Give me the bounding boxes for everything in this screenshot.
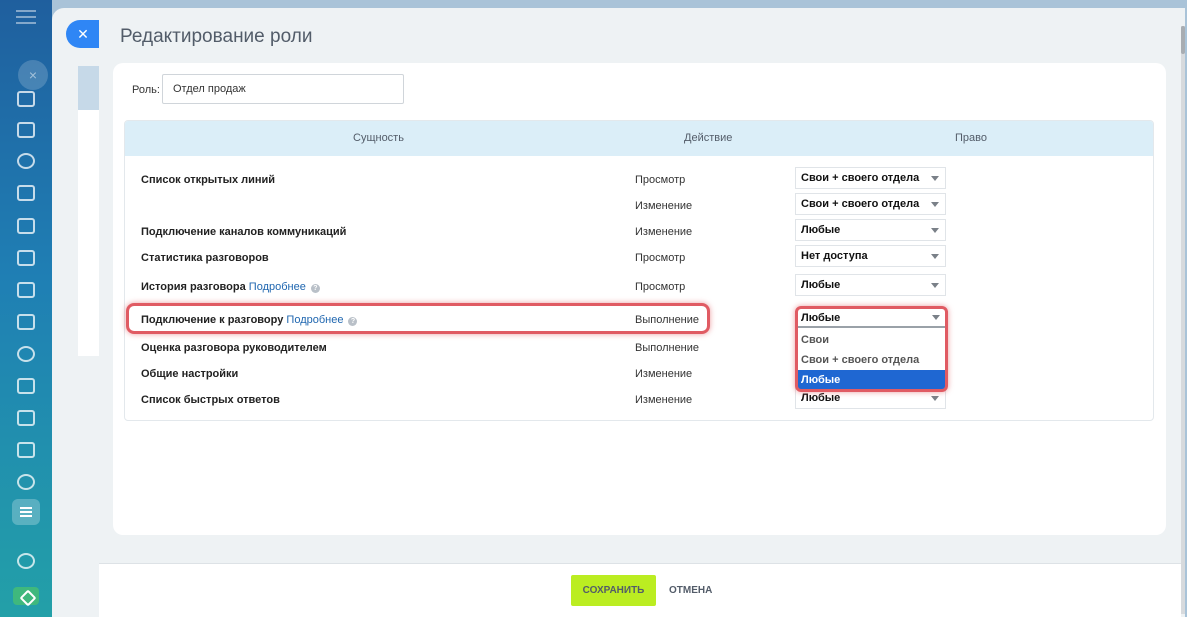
chevron-down-icon [931,254,939,259]
row-highlight [126,303,710,334]
row-entity: Список быстрых ответов [141,394,280,406]
rocket-icon[interactable] [13,587,39,605]
right-select[interactable]: Свои + своего отдела [795,193,946,215]
chevron-down-icon [931,176,939,181]
calendar-icon[interactable] [17,185,35,201]
checklist-icon[interactable] [17,378,35,394]
chat-icon[interactable] [17,91,35,107]
row-action: Просмотр [635,281,686,293]
row-entity: Оценка разговора руководителем [141,342,327,354]
chevron-down-icon [931,228,939,233]
details-link[interactable]: Подробнее [249,281,306,293]
contacts-icon[interactable] [17,346,35,362]
right-select[interactable]: Нет доступа [795,245,946,267]
page-title: Редактирование роли [120,26,313,47]
menu-icon[interactable] [16,10,36,24]
close-slider-button[interactable]: ✕ [66,20,100,48]
row-action: Просмотр [635,252,686,264]
mail-icon[interactable] [17,314,35,330]
footer-bar: СОХРАНИТЬ ОТМЕНА [99,564,1181,617]
role-label: Роль: [132,84,160,96]
row-action: Просмотр [635,174,686,186]
scrollbar[interactable] [1181,26,1185,614]
close-icon: ✕ [77,26,89,42]
edit-role-slider: Редактирование роли Роль: Отдел продаж С… [99,8,1185,617]
app-sidebar: × [0,0,52,617]
role-name-input[interactable]: Отдел продаж [162,74,404,104]
row-action: Изменение [635,394,693,406]
drive-icon[interactable] [17,282,35,298]
content-card: Роль: Отдел продаж Сущность Действие Пра… [113,63,1166,535]
planner-icon[interactable] [17,410,35,426]
right-select[interactable]: Свои + своего отдела [795,167,946,189]
row-action: Выполнение [635,342,700,354]
row-action: Изменение [635,368,693,380]
right-select[interactable]: Любые [795,274,946,296]
analytics-icon[interactable] [17,474,35,490]
cancel-button[interactable]: ОТМЕНА [669,575,719,606]
chevron-down-icon [931,396,939,401]
chevron-down-icon [931,202,939,207]
presentation-icon[interactable] [17,250,35,266]
dropdown-highlight [795,306,948,392]
row-entity: Список открытых линий [141,174,276,186]
shop-icon[interactable] [17,442,35,458]
gear-icon[interactable] [17,553,35,569]
chevron-down-icon [931,283,939,288]
row-action: Изменение [635,226,693,238]
header-action: Действие [684,132,733,144]
help-icon[interactable]: ? [310,284,320,293]
row-entity: Статистика разговоров [141,252,269,264]
docs-icon[interactable] [17,218,35,234]
table-header: Сущность Действие Право [125,121,1153,156]
row-entity: Общие настройки [141,368,239,380]
filter-icon[interactable] [12,499,40,525]
row-entity: История разговора Подробнее? [141,281,320,293]
row-action: Изменение [635,200,693,212]
close-circle-icon: × [18,60,48,90]
right-select[interactable]: Любые [795,219,946,241]
header-right: Право [955,132,987,144]
tasks-icon[interactable] [17,153,35,169]
header-entity: Сущность [353,132,404,144]
feed-icon[interactable] [17,122,35,138]
permissions-table: Сущность Действие Право Список открытых … [124,120,1154,421]
row-entity: Подключение каналов коммуникаций [141,226,347,238]
save-button[interactable]: СОХРАНИТЬ [571,575,656,606]
